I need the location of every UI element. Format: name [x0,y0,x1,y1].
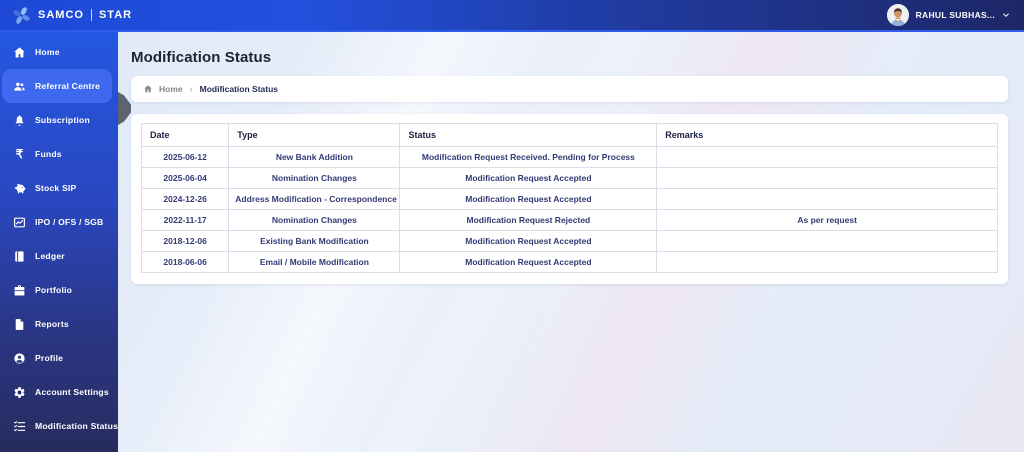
user-menu[interactable]: RAHUL SUBHAS... [886,4,1010,26]
avatar [886,4,909,26]
sidebar: Home Referral Centre Subscription ₹ Funds Sto… [0,32,118,452]
sidebar-item-label: Account Settings [35,387,109,397]
sidebar-item-label: Referral Centre [35,81,101,91]
cell-date: 2018-12-06 [140,230,230,252]
breadcrumb-current: Modification Status [199,84,279,94]
modification-status-card: Date Type Status Remarks 2025-06-12 New Bank… [131,114,1008,284]
sidebar-item-label: Ledger [35,251,65,261]
cell-status: Modification Request Accepted [399,230,658,252]
sidebar-item-label: Stock SIP [35,183,77,193]
cell-type: Email / Mobile Modification [228,251,401,273]
sidebar-item-label: Profile [35,353,64,363]
cell-type: Nomination Changes [228,209,401,231]
sidebar-item-modification-status[interactable]: Modification Status [0,409,118,443]
rupee-icon: ₹ [15,146,24,161]
sidebar-item-funds[interactable]: ₹ Funds [0,137,112,171]
sidebar-item-ledger[interactable]: Ledger [0,239,112,273]
column-header-date: Date [140,123,230,147]
cell-status: Modification Request Accepted [399,251,658,273]
briefcase-icon [13,284,26,297]
cell-status: Modification Request Accepted [399,188,658,210]
sidebar-item-label: Portfolio [35,285,73,295]
samco-pinwheel-icon [12,6,31,25]
table-row: 2025-06-04 Nomination Changes Modification… [140,167,998,189]
document-icon [13,318,26,331]
sidebar-items: Home Referral Centre Subscription ₹ Funds Sto… [0,35,118,443]
cell-remarks [656,188,998,210]
brand-name: SAMCO [38,9,84,21]
page-title: Modification Status [131,49,272,66]
cell-type: Address Modification - Correspondence [228,188,401,210]
cell-type: New Bank Addition [228,146,401,168]
cell-date: 2018-06-06 [140,251,230,273]
cell-date: 2022-11-17 [140,209,230,231]
main-content: Modification Status Home › Modification … [118,32,1024,452]
table-row: 2018-06-06 Email / Mobile Modification Mod… [140,251,998,273]
table-row: 2024-12-26 Address Modification - Corresp… [140,188,998,210]
cell-date: 2025-06-12 [140,146,230,168]
sidebar-item-home[interactable]: Home [0,35,112,69]
cell-remarks: As per request [656,209,998,231]
topbar: SAMCO STAR RAHUL SUBHAS... [0,0,1024,32]
breadcrumb: Home › Modification Status [131,76,1008,102]
brand-logo[interactable]: SAMCO STAR [12,6,132,25]
sidebar-item-portfolio[interactable]: Portfolio [0,273,112,307]
sidebar-item-ipo-ofs-sgb[interactable]: IPO / OFS / SGB [0,205,112,239]
cell-status: Modification Request Rejected [399,209,658,231]
column-header-remarks: Remarks [656,123,998,147]
cell-date: 2025-06-04 [140,167,230,189]
sidebar-item-profile[interactable]: Profile [0,341,112,375]
sidebar-item-label: Modification Status [35,421,119,431]
cell-date: 2024-12-26 [140,188,230,210]
sidebar-item-referral-centre[interactable]: Referral Centre [2,69,112,103]
cell-remarks [656,167,998,189]
chart-icon [13,216,26,229]
brand-product: STAR [98,9,133,21]
home-icon [143,84,153,94]
column-header-status: Status [399,123,658,147]
sidebar-item-label: Subscription [35,115,90,125]
checklist-icon [13,420,26,433]
sidebar-item-subscription[interactable]: Subscription [0,103,112,137]
sidebar-item-label: IPO / OFS / SGB [35,217,104,227]
piggy-bank-icon [13,182,26,195]
chevron-down-icon [1002,11,1010,19]
breadcrumb-separator: › [189,84,193,94]
brand-separator [90,9,92,21]
table-row: 2025-06-12 New Bank Addition Modification … [140,146,998,168]
sidebar-item-stock-sip[interactable]: Stock SIP [0,171,112,205]
table-body: 2025-06-12 New Bank Addition Modification … [140,146,998,273]
sidebar-item-reports[interactable]: Reports [0,307,112,341]
table-row: 2022-11-17 Nomination Changes Modification… [140,209,998,231]
sidebar-item-label: Home [35,47,60,57]
home-icon [13,46,26,59]
gear-icon [13,386,26,399]
cell-remarks [656,251,998,273]
sidebar-item-label: Funds [35,149,62,159]
cell-remarks [656,146,998,168]
cell-status: Modification Request Received. Pending f… [399,146,658,168]
cell-type: Existing Bank Modification [228,230,401,252]
breadcrumb-home-link[interactable]: Home [159,84,183,94]
table-header-row: Date Type Status Remarks [140,123,998,147]
user-name: RAHUL SUBHAS... [915,10,995,20]
book-icon [13,250,26,263]
bell-icon [13,114,26,127]
table-row: 2018-12-06 Existing Bank Modification Modi… [140,230,998,252]
user-circle-icon [13,352,26,365]
cell-type: Nomination Changes [228,167,401,189]
cell-status: Modification Request Accepted [399,167,658,189]
cell-remarks [656,230,998,252]
modification-status-table: Date Type Status Remarks 2025-06-12 New Bank… [140,123,998,273]
sidebar-item-label: Reports [35,319,69,329]
sidebar-item-account-settings[interactable]: Account Settings [0,375,112,409]
users-icon [13,80,26,93]
column-header-type: Type [228,123,401,147]
